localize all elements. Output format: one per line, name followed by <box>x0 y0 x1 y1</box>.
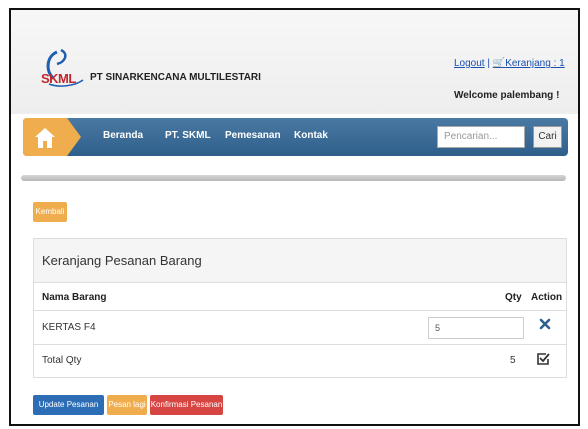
update-order-button[interactable]: Update Pesanan <box>33 395 104 415</box>
total-qty-value: 5 <box>510 355 516 366</box>
site-header: SKML PT SINARKENCANA MULTILESTARI Logout… <box>11 10 578 114</box>
cart-panel: Keranjang Pesanan Barang Nama Barang Qty… <box>33 238 567 378</box>
divider <box>21 175 566 181</box>
user-links: Logout | 🛒Keranjang : 1 <box>454 58 565 69</box>
nav-item-pt-skml[interactable]: PT. SKML <box>165 130 211 141</box>
logout-link[interactable]: Logout <box>454 58 485 69</box>
browser-frame: SKML PT SINARKENCANA MULTILESTARI Logout… <box>9 8 580 426</box>
edit-check-icon[interactable] <box>536 352 550 366</box>
nav-item-beranda[interactable]: Beranda <box>103 130 143 141</box>
nav-item-kontak[interactable]: Kontak <box>294 130 328 141</box>
welcome-text: Welcome palembang ! <box>454 90 560 101</box>
order-again-button[interactable]: Pesan lagi <box>107 395 147 415</box>
item-name: KERTAS F4 <box>42 322 96 333</box>
table-header-row: Nama Barang Qty Action <box>34 283 566 311</box>
column-header-action: Action <box>531 292 563 303</box>
back-button[interactable]: Kembali <box>33 202 67 222</box>
cart-link[interactable]: 🛒Keranjang : 1 <box>493 58 565 69</box>
company-name: PT SINARKENCANA MULTILESTARI <box>90 72 261 83</box>
nav-item-pemesanan[interactable]: Pemesanan <box>225 130 281 141</box>
remove-item-icon[interactable] <box>539 318 551 330</box>
cart-icon: 🛒 <box>492 58 506 69</box>
confirm-order-button[interactable]: Konfirmasi Pesanan <box>150 395 223 415</box>
column-header-name: Nama Barang <box>42 292 107 303</box>
home-icon[interactable] <box>23 118 83 156</box>
table-row: KERTAS F4 5 <box>34 311 566 345</box>
cart-title: Keranjang Pesanan Barang <box>34 239 566 283</box>
search-input[interactable]: Pencarian... <box>437 126 525 148</box>
logo-text: SKML <box>41 71 76 86</box>
cart-label: Keranjang : 1 <box>505 58 565 69</box>
search-button[interactable]: Cari <box>533 126 562 148</box>
total-row: Total Qty 5 <box>34 345 566 377</box>
total-label: Total Qty <box>42 355 82 366</box>
link-separator: | <box>484 58 493 69</box>
column-header-qty: Qty <box>505 292 522 303</box>
main-navbar: Beranda PT. SKML Pemesanan Kontak Pencar… <box>23 118 568 156</box>
quantity-input[interactable]: 5 <box>428 317 524 339</box>
